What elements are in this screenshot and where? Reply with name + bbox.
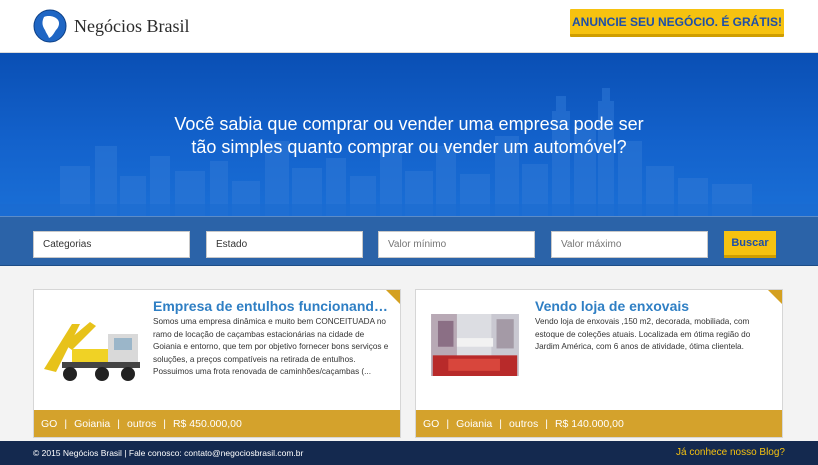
listing-state: GO — [423, 417, 440, 430]
blog-link[interactable]: Já conhece nosso Blog? — [676, 447, 785, 458]
copyright-contact[interactable]: © 2015 Negócios Brasil | Fale conosco: c… — [33, 448, 303, 458]
site-header: Negócios Brasil ANUNCIE SEU NEGÓCIO. É G… — [0, 0, 818, 53]
listing-price: R$ 140.000,00 — [554, 417, 624, 430]
listing-city: Goiania — [74, 417, 111, 430]
listing-state: GO — [41, 417, 58, 430]
brand-name: Negócios Brasil — [74, 15, 190, 36]
listing-card[interactable]: Empresa de entulhos funcionand… Somos um… — [33, 289, 401, 438]
listing-meta: GO | Goiania | outros | R$ 140.000,00 — [416, 410, 782, 437]
min-value-input[interactable] — [378, 231, 535, 258]
category-select[interactable]: Categorias — [33, 231, 190, 258]
advertise-business-button[interactable]: ANUNCIE SEU NEGÓCIO. É GRÁTIS! — [570, 9, 784, 37]
listing-category: outros — [509, 417, 539, 430]
max-value-input[interactable] — [551, 231, 708, 258]
listing-thumbnail[interactable] — [424, 314, 526, 376]
logo[interactable]: Negócios Brasil — [33, 9, 189, 43]
hero-headline: Você sabia que comprar ou vender uma emp… — [0, 113, 818, 159]
listing-category: outros — [127, 417, 157, 430]
hero-headline-line-2: tão simples quanto comprar ou vender um … — [191, 137, 627, 157]
brazil-globe-icon — [33, 9, 67, 43]
listing-description: Vendo loja de enxovais ,150 m2, decorada… — [535, 317, 751, 351]
listing-thumbnail[interactable] — [42, 314, 144, 386]
listing-meta: GO | Goiania | outros | R$ 450.000,00 — [34, 410, 400, 437]
listing-card[interactable]: Vendo loja de enxovais Vendo loja de enx… — [415, 289, 783, 438]
listing-title[interactable]: Vendo loja de enxovais — [535, 298, 773, 314]
site-footer: © 2015 Negócios Brasil | Fale conosco: c… — [0, 441, 818, 465]
hero-headline-line-1: Você sabia que comprar ou vender uma emp… — [174, 114, 644, 134]
search-button[interactable]: Buscar — [724, 231, 776, 258]
search-bar: Categorias Estado Buscar — [0, 216, 818, 266]
listing-city: Goiania — [456, 417, 493, 430]
hero-banner: Você sabia que comprar ou vender uma emp… — [0, 53, 818, 216]
listing-description: Somos uma empresa dinâmica e muito bem C… — [153, 317, 389, 376]
state-select[interactable]: Estado — [206, 231, 363, 258]
listing-title[interactable]: Empresa de entulhos funcionand… — [153, 298, 391, 314]
listing-price: R$ 450.000,00 — [172, 417, 242, 430]
